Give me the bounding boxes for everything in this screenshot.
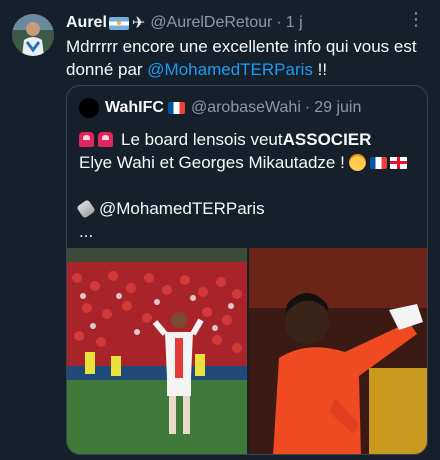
quoted-line: Le board lensois veut ASSOCIER <box>79 128 419 151</box>
avatar[interactable] <box>12 14 54 56</box>
more-icon[interactable]: ⋮ <box>406 10 426 32</box>
quoted-text-bold: ASSOCIER <box>282 130 372 149</box>
tweet-text: Mdrrrrr encore une excellente info qui v… <box>66 35 426 81</box>
argentina-flag-icon <box>108 16 129 30</box>
photo-stadium[interactable] <box>67 248 247 454</box>
pushpin-icon <box>76 198 96 219</box>
ellipsis: ... <box>79 222 94 241</box>
mention-link[interactable]: @MohamedTERParis <box>147 60 313 79</box>
separator-dot: · <box>276 14 282 31</box>
separator-dot: · <box>304 99 311 116</box>
france-flag-icon <box>369 156 387 169</box>
quoted-tweet-text: Le board lensois veut ASSOCIER Elye Wahi… <box>76 128 419 243</box>
france-flag-icon <box>167 102 185 114</box>
quoted-text: Le board lensois veut <box>121 130 283 149</box>
exploding-head-icon <box>348 154 366 171</box>
quoted-tweet-header: WahIFC @arobaseWahi · 29 juin <box>79 98 361 118</box>
author-handle[interactable]: @AurelDeRetour <box>150 14 272 32</box>
quoted-author-handle[interactable]: @arobaseWahi <box>191 99 301 117</box>
quoted-line: ... <box>79 220 419 243</box>
quoted-author-name[interactable]: WahIFC <box>105 99 164 117</box>
tweet-text-part: !! <box>312 60 328 79</box>
georgia-flag-icon <box>389 156 407 169</box>
siren-icon <box>79 132 94 147</box>
tweet-time[interactable]: 1 j <box>286 14 303 32</box>
author-name[interactable]: Aurel <box>66 14 107 32</box>
quoted-line: Elye Wahi et Georges Mikautadze ! <box>79 151 419 174</box>
quoted-mention: @MohamedTERParis <box>99 199 265 218</box>
quoted-tweet-time[interactable]: 29 juin <box>314 99 361 117</box>
quoted-tweet[interactable]: WahIFC @arobaseWahi · 29 juin Le board l… <box>66 85 428 455</box>
tweet[interactable]: Aurel ✈ @AurelDeRetour · 1 j ⋮ Mdrrrrr e… <box>0 0 440 460</box>
siren-icon <box>98 132 113 147</box>
tweet-header: Aurel ✈ @AurelDeRetour · 1 j <box>66 12 406 34</box>
quoted-line: @MohamedTERParis <box>76 197 419 220</box>
quoted-avatar[interactable] <box>79 98 99 118</box>
airplane-icon: ✈ <box>131 15 146 32</box>
photo-player[interactable] <box>249 248 427 454</box>
quoted-text: Elye Wahi et Georges Mikautadze ! <box>79 153 345 172</box>
media-grid <box>67 248 427 454</box>
